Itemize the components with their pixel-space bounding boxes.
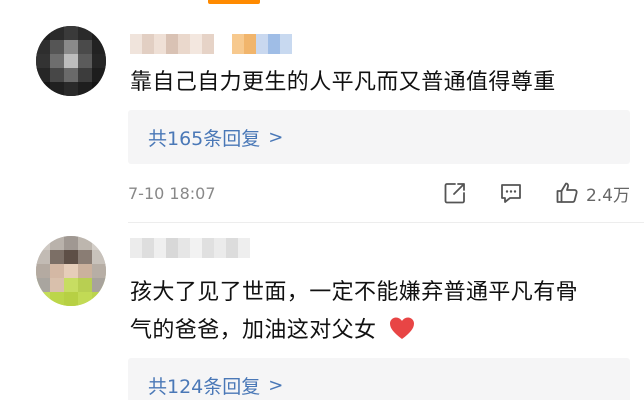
share-icon[interactable] — [442, 180, 468, 206]
replies-count-label: 共165条回复 — [148, 127, 261, 150]
avatar[interactable] — [36, 26, 106, 96]
active-tab-indicator — [208, 0, 260, 4]
timestamp: 7-10 18:07 — [128, 183, 216, 203]
divider — [128, 222, 644, 223]
comment-meta: 7-10 18:07 2.4万 — [128, 178, 630, 208]
username-mosaic[interactable] — [130, 238, 250, 258]
avatar-mosaic — [36, 236, 106, 306]
comment-text-line: 气的爸爸，加油这对父女 — [130, 318, 377, 343]
avatar-mosaic — [36, 26, 106, 96]
comment-actions: 2.4万 — [442, 180, 630, 206]
comment-icon[interactable] — [498, 180, 524, 206]
like-count: 2.4万 — [585, 185, 630, 206]
like-icon — [556, 182, 578, 203]
username-mosaic[interactable] — [130, 34, 292, 54]
view-replies-button[interactable]: 共124条回复 > — [128, 358, 630, 400]
replies-count-label: 共124条回复 — [148, 375, 261, 398]
comment-text-line: 靠自己自力更生的人平凡而又普通值得尊重 — [130, 70, 556, 95]
comment-text-line: 孩大了见了世面，一定不能嫌弃普通平凡有骨 — [130, 280, 579, 305]
avatar[interactable] — [36, 236, 106, 306]
like-button[interactable]: 2.4万 — [554, 180, 630, 206]
comment-text-line-2: 气的爸爸，加油这对父女 — [130, 312, 578, 350]
comment-text: 孩大了见了世面，一定不能嫌弃普通平凡有骨 气的爸爸，加油这对父女 — [130, 274, 578, 350]
view-replies-button[interactable]: 共165条回复 > — [128, 110, 630, 164]
comment-feed: 靠自己自力更生的人平凡而又普通值得尊重 共165条回复 > 7-10 18:07 — [0, 0, 644, 400]
chevron-right-icon: > — [268, 126, 284, 148]
comment-text: 靠自己自力更生的人平凡而又普通值得尊重 — [130, 64, 556, 102]
chevron-right-icon: > — [268, 374, 284, 396]
heart-icon — [389, 317, 414, 339]
